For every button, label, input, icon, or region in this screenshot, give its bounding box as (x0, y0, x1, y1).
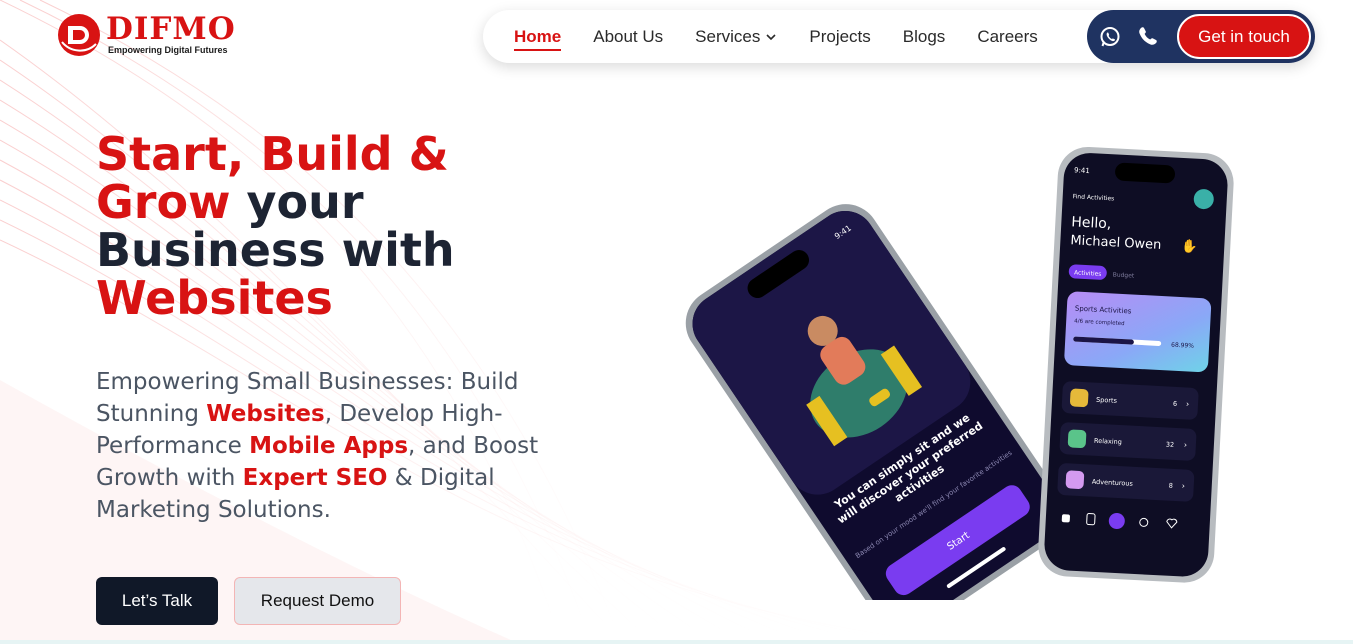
right-phone-greeting: Hello, (1071, 214, 1112, 232)
nav-services[interactable]: Services (695, 26, 777, 48)
right-phone-tab-activities: Activities (1074, 269, 1102, 277)
chevron-down-icon (766, 33, 776, 40)
hero-title-part-4: Business with (96, 223, 455, 277)
hero-title: Start, Build & Grow your Business with W… (96, 130, 616, 322)
whatsapp-icon[interactable] (1098, 25, 1122, 49)
waving-hand-icon: ✋ (1181, 238, 1198, 255)
right-phone-tab-budget: Budget (1112, 271, 1135, 279)
list-item-count: 8 (1169, 482, 1174, 490)
list-item-label: Sports (1096, 396, 1118, 405)
hero-title-part-3: your (230, 175, 364, 229)
list-item-label: Relaxing (1094, 437, 1122, 446)
main-nav: Home About Us Services Projects Blogs Ca… (483, 10, 1315, 63)
list-item-count: 32 (1166, 440, 1175, 448)
brand-logo[interactable]: DIFMO Empowering Digital Futures (56, 12, 236, 58)
hero-title-part-2: Grow (96, 175, 231, 229)
grid-icon (1061, 514, 1070, 523)
phone-right: 9:41 Find Activities Hello, Michael Owen… (1038, 147, 1234, 583)
nav-services-label: Services (695, 26, 761, 46)
list-item-count: 6 (1173, 400, 1178, 408)
right-phone-list: Sports 6 › Relaxing 32 › Adventurous 8 › (1057, 381, 1199, 502)
nav-projects[interactable]: Projects (809, 26, 870, 48)
nav-contact-group: Get in touch (1087, 10, 1315, 63)
hero-sub-highlight-seo: Expert SEO (242, 465, 388, 491)
chevron-right-icon: › (1186, 399, 1190, 408)
phone-icon[interactable] (1136, 25, 1160, 49)
nav-careers[interactable]: Careers (977, 26, 1037, 48)
phone-left: 9:41 You can simply sit and we will disc… (685, 204, 1066, 600)
chevron-right-icon: › (1184, 440, 1188, 449)
request-demo-button[interactable]: Request Demo (234, 577, 401, 625)
chevron-right-icon: › (1181, 481, 1185, 490)
difmo-logo-icon (58, 14, 100, 56)
phones-illustration: 9:41 You can simply sit and we will disc… (685, 147, 1234, 600)
hero-subtitle: Empowering Small Businesses: Build Stunn… (96, 366, 576, 526)
nav-home[interactable]: Home (514, 26, 562, 51)
bottom-strip (0, 640, 1353, 644)
hero-title-part-5: Websites (96, 271, 333, 325)
hero-sub-highlight-mobile-apps: Mobile Apps (249, 433, 409, 459)
right-phone-progress-label: 68.99% (1171, 342, 1195, 350)
right-phone-time: 9:41 (1074, 166, 1090, 175)
nav-about-us[interactable]: About Us (593, 26, 663, 48)
lets-talk-button[interactable]: Let’s Talk (96, 577, 218, 625)
brand-tagline: Empowering Digital Futures (108, 45, 228, 55)
brand-name: DIFMO (106, 11, 236, 47)
hero-sub-highlight-websites: Websites (206, 401, 325, 427)
get-in-touch-button[interactable]: Get in touch (1177, 14, 1311, 59)
hero-title-part-1: Start, Build & (96, 127, 449, 181)
right-phone-sports-card (1064, 291, 1212, 373)
nav-blogs[interactable]: Blogs (903, 26, 946, 48)
